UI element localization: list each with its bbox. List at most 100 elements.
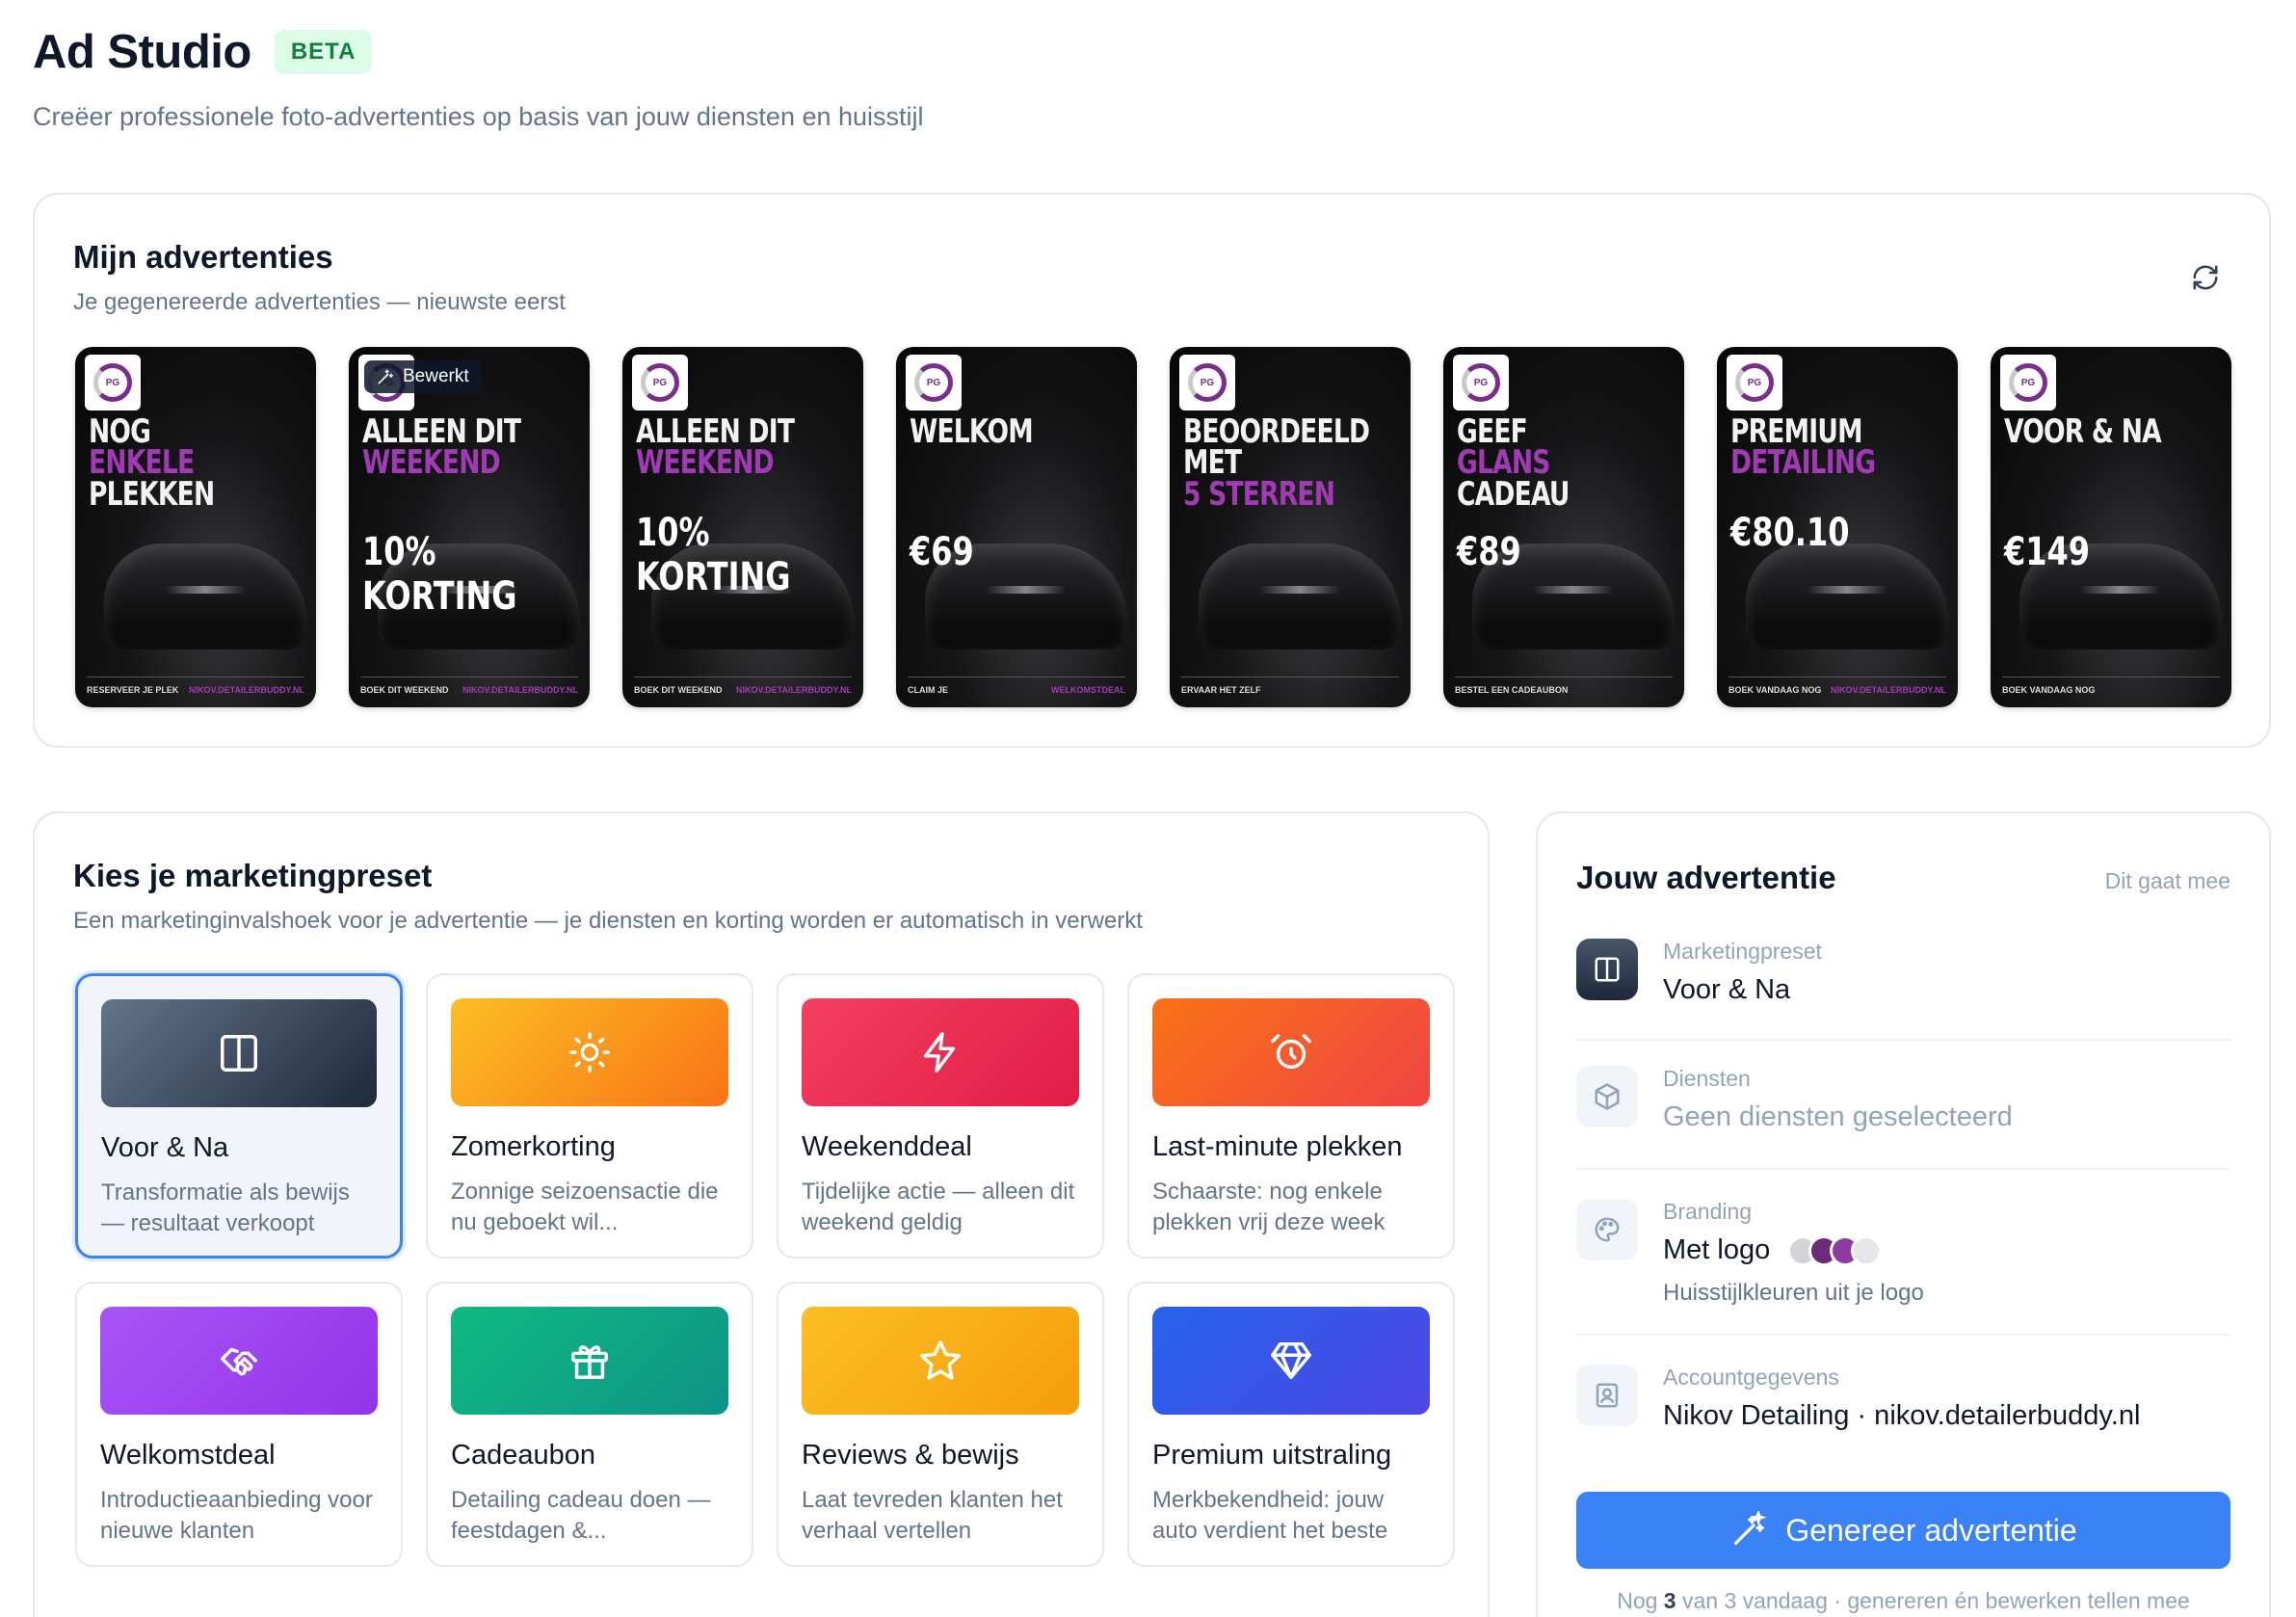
preset-name: Voor & Na: [101, 1132, 229, 1163]
preset-label: Marketingpreset: [1663, 939, 1822, 964]
ad-cta: BOEK DIT WEEKEND: [360, 684, 449, 695]
ad-cta: BOEK VANDAAG NOG: [2002, 684, 2096, 695]
ad-headline: ALLEEN DIT WEEKEND: [362, 415, 590, 483]
ad-cta: RESERVEER JE PLEK: [87, 684, 179, 695]
preset-name: Cadeaubon: [451, 1440, 595, 1471]
ad-cta: CLAIM JE: [908, 684, 949, 695]
preset-description: Zonnige seizoensactie die nu geboekt wil…: [451, 1179, 719, 1236]
gift-icon: [571, 1345, 608, 1379]
preset-description: Introductieaanbieding voor nieuwe klante…: [100, 1487, 373, 1545]
split-view-icon: [1576, 939, 1638, 1000]
preset-value: Voor & Na: [1663, 974, 1791, 1005]
ad-cta: ERVAAR HET ZELF: [1181, 684, 1261, 695]
preset-swatch: [1152, 998, 1430, 1106]
edited-badge-label: Bewerkt: [403, 366, 469, 386]
magic-wand-icon: [1734, 1511, 1767, 1545]
ad-thumbnail[interactable]: PG WELKOM €69 CLAIM JE WELKOMSTDEAL: [896, 347, 1137, 707]
brand-logo: PG: [2000, 355, 2056, 411]
brand-logo: PG: [632, 355, 688, 411]
divider: [1576, 1039, 2230, 1041]
preset-option[interactable]: Premium uitstraling Merkbekendheid: jouw…: [1127, 1282, 1455, 1567]
preset-option[interactable]: Reviews & bewijs Laat tevreden klanten h…: [777, 1282, 1104, 1567]
ad-thumbnail[interactable]: PG VOOR & NA €149 BOEK VANDAAG NOG: [1991, 347, 2231, 707]
ad-thumbnail[interactable]: PG GEEF GLANS CADEAU €89 BESTEL EEN CADE…: [1443, 347, 1684, 707]
preset-card: Kies je marketingpreset Een marketinginv…: [33, 811, 1490, 1617]
palette-icon: [1576, 1199, 1638, 1260]
ad-footer: CLAIM JE WELKOMSTDEAL: [908, 676, 1125, 698]
preset-option[interactable]: Cadeaubon Detailing cadeau doen — feestd…: [426, 1282, 753, 1567]
ad-headline-line: GLANS: [1457, 443, 1550, 483]
ad-thumbnail[interactable]: PG NOG ENKELE PLEKKEN RESERVEER JE PLEK …: [75, 347, 316, 707]
preset-swatch: [100, 1307, 378, 1415]
ad-price: €69: [910, 530, 974, 574]
package-icon: [1576, 1066, 1638, 1127]
preset-option[interactable]: Last-minute plekken Schaarste: nog enkel…: [1127, 973, 1455, 1259]
ad-headline: GEEF GLANS CADEAU: [1457, 415, 1684, 514]
split-view-icon: [221, 1035, 257, 1072]
preset-title: Kies je marketingpreset: [73, 858, 433, 893]
brand-logo: PG: [906, 355, 962, 411]
preset-swatch: [802, 998, 1079, 1106]
ad-thumbnail[interactable]: PG ALLEEN DIT WEEKEND 10% KORTING BOEK D…: [349, 347, 590, 707]
divider: [1576, 1334, 2230, 1336]
ad-headline: WELKOM: [910, 415, 1137, 448]
ad-headline-line: VOOR & NA: [2004, 412, 2162, 451]
ad-headline: VOOR & NA: [2004, 412, 2231, 451]
summary-hint: Dit gaat mee: [2104, 868, 2230, 893]
preset-description: Detailing cadeau doen — feestdagen &...: [451, 1487, 711, 1545]
preset-description: Laat tevreden klanten het verhaal vertel…: [802, 1487, 1063, 1545]
generate-ad-button[interactable]: Genereer advertentie: [1576, 1492, 2230, 1569]
ad-cta: BOEK DIT WEEKEND: [634, 684, 723, 695]
preset-option[interactable]: Zomerkorting Zonnige seizoensactie die n…: [426, 973, 753, 1259]
preset-subtitle: Een marketinginvalshoek voor je adverten…: [73, 908, 1143, 934]
car-photo: [1199, 543, 1401, 649]
my-ads-title: Mijn advertenties: [73, 239, 333, 275]
summary-account-row: Accountgegevens Nikov Detailing · nikov.…: [1576, 1365, 2230, 1432]
preset-option[interactable]: Weekenddeal Tijdelijke actie — alleen di…: [777, 973, 1104, 1259]
ad-price: €89: [1457, 530, 1521, 574]
ad-headline: ALLEEN DIT WEEKEND: [636, 415, 863, 480]
account-label: Accountgegevens: [1663, 1365, 1839, 1390]
ad-price: 10% KORTING: [362, 530, 517, 619]
ad-headline-line: DETAILING: [1730, 443, 1876, 483]
ad-thumbnail[interactable]: PG ALLEEN DIT WEEKEND 10% KORTING BOEK D…: [622, 347, 863, 707]
page-subtitle: Creëer professionele foto-advertenties o…: [33, 102, 924, 131]
sun-icon: [569, 1032, 610, 1073]
preset-name: Premium uitstraling: [1152, 1440, 1392, 1471]
ad-footer: BESTEL EEN CADEAUBON: [1455, 676, 1673, 698]
star-icon: [920, 1340, 961, 1380]
ad-headline-line: 5 STERREN: [1183, 474, 1335, 514]
preset-swatch: [1152, 1307, 1430, 1415]
ad-headline-line: CADEAU: [1457, 474, 1570, 514]
preset-description: Transformatie als bewijs — resultaat ver…: [101, 1180, 350, 1237]
ad-price: €80.10: [1730, 511, 1850, 555]
car-photo: [104, 543, 306, 649]
ad-site: NIKOV.DETAILERBUDDY.NL: [462, 684, 578, 695]
refresh-button[interactable]: [2184, 256, 2227, 299]
preset-description: Tijdelijke actie — alleen dit weekend ge…: [802, 1179, 1075, 1236]
ad-headline-line: WEEKEND: [362, 443, 501, 483]
ad-thumbnail[interactable]: PG PREMIUM DETAILING €80.10 BOEK VANDAAG…: [1717, 347, 1958, 707]
preset-option[interactable]: Welkomstdeal Introductieaanbieding voor …: [75, 1282, 403, 1567]
branding-value: Met logo: [1663, 1234, 1771, 1265]
ad-price: 10% KORTING: [636, 511, 791, 599]
ad-site: NIKOV.DETAILERBUDDY.NL: [188, 684, 304, 695]
services-value: Geen diensten geselecteerd: [1663, 1101, 2013, 1132]
quota-count: 3: [1663, 1588, 1676, 1613]
branding-sub: Huisstijlkleuren uit je logo: [1663, 1280, 1924, 1307]
my-ads-card: Mijn advertenties Je gegenereerde advert…: [33, 193, 2271, 748]
car-photo: [1746, 543, 1948, 649]
summary-branding-row: Branding Met logo Huisstijlkleuren uit j…: [1576, 1199, 2230, 1307]
ad-headline: NOG ENKELE PLEKKEN: [89, 415, 316, 511]
preset-option[interactable]: Voor & Na Transformatie als bewijs — res…: [75, 973, 403, 1259]
ad-footer: ERVAAR HET ZELF: [1181, 676, 1399, 698]
ad-site: WELKOMSTDEAL: [1051, 684, 1125, 695]
ad-headline: BEOORDEELD MET 5 STERREN: [1183, 415, 1411, 514]
preset-name: Reviews & bewijs: [802, 1440, 1019, 1471]
brand-logo: PG: [1179, 355, 1235, 411]
refresh-icon: [2193, 265, 2218, 290]
account-value: Nikov Detailing · nikov.detailerbuddy.nl: [1663, 1400, 2141, 1431]
quota-text: Nog 3 van 3 vandaag · genereren én bewer…: [1576, 1588, 2230, 1614]
ad-site: NIKOV.DETAILERBUDDY.NL: [1830, 684, 1946, 695]
ad-thumbnail[interactable]: PG BEOORDEELD MET 5 STERREN ERVAAR HET Z…: [1170, 347, 1411, 707]
